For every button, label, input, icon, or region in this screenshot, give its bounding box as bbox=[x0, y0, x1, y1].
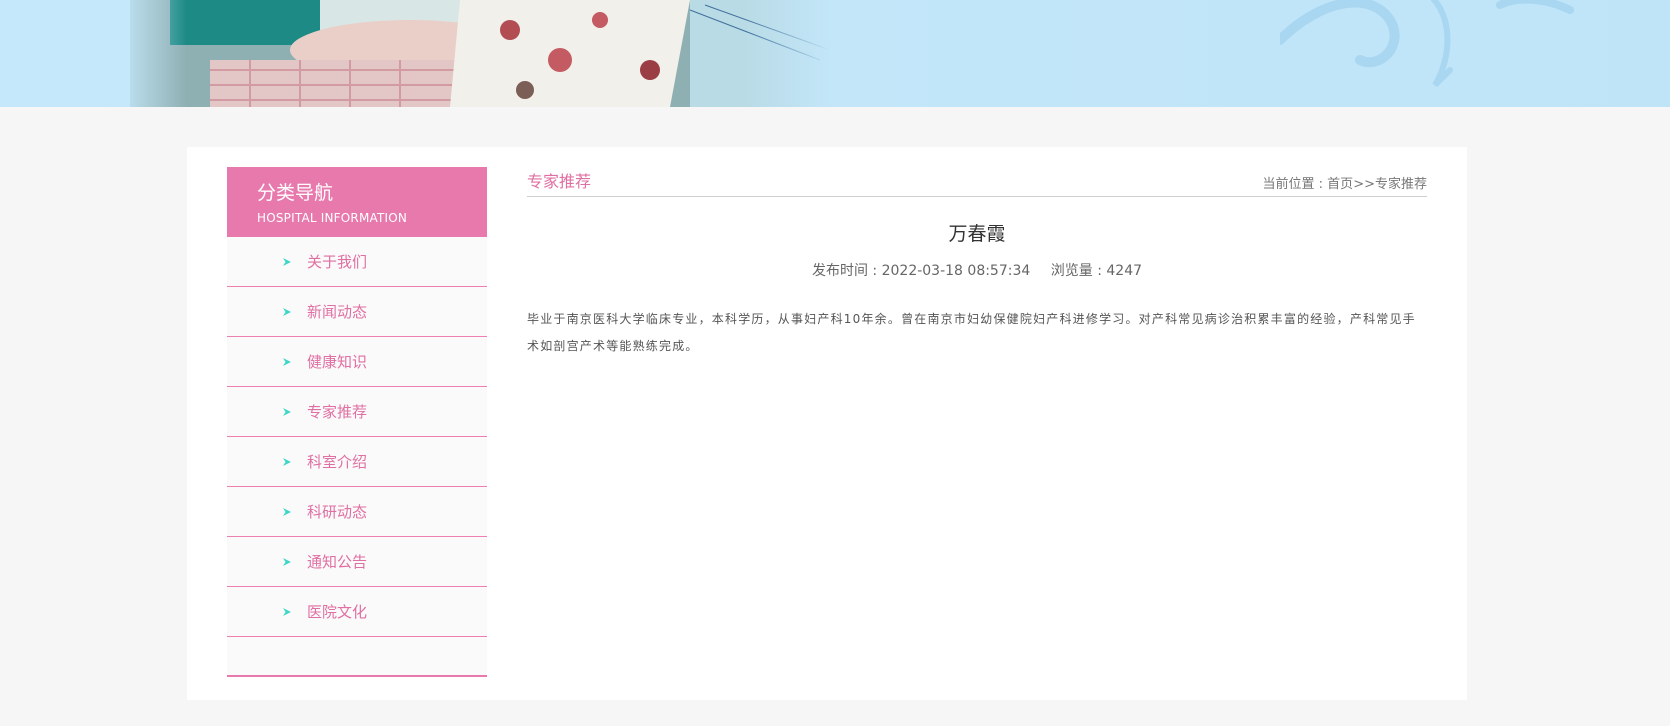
sidebar-item-label: 关于我们 bbox=[307, 253, 368, 271]
publish-time-value: 2022-03-18 08:57:34 bbox=[881, 263, 1031, 279]
chevron-right-icon bbox=[283, 307, 291, 316]
sidebar-item-label: 新闻动态 bbox=[307, 303, 368, 321]
sidebar-item-about-us[interactable]: 关于我们 bbox=[227, 237, 487, 287]
sidebar-item-label: 医院文化 bbox=[307, 603, 368, 621]
view-count-value: 4247 bbox=[1106, 263, 1143, 279]
sidebar-subtitle: HOSPITAL INFORMATION bbox=[257, 211, 408, 225]
publish-time-label: 发布时间 : bbox=[811, 263, 882, 279]
sidebar-item-research[interactable]: 科研动态 bbox=[227, 487, 487, 537]
sidebar-item-culture[interactable]: 医院文化 bbox=[227, 587, 487, 637]
category-sidebar: 分类导航 HOSPITAL INFORMATION 关于我们 新闻动态 健康知识… bbox=[227, 167, 487, 677]
sidebar-item-health-knowledge[interactable]: 健康知识 bbox=[227, 337, 487, 387]
breadcrumb-home-link[interactable]: 首页 bbox=[1327, 177, 1353, 192]
article-content: 专家推荐 当前位置 : 首页>>专家推荐 万春霞 发布时间 : 2022-03-… bbox=[527, 167, 1427, 360]
chevron-right-icon bbox=[283, 407, 291, 416]
article-meta: 发布时间 : 2022-03-18 08:57:34 浏览量 : 4247 bbox=[527, 260, 1427, 280]
sidebar-item-experts[interactable]: 专家推荐 bbox=[227, 387, 487, 437]
chevron-right-icon bbox=[283, 557, 291, 566]
chevron-right-icon bbox=[283, 457, 291, 466]
article-title: 万春霞 bbox=[948, 223, 1006, 245]
publish-time: 发布时间 : 2022-03-18 08:57:34 bbox=[812, 263, 1030, 279]
chevron-right-icon bbox=[283, 607, 291, 616]
main-card: 分类导航 HOSPITAL INFORMATION 关于我们 新闻动态 健康知识… bbox=[187, 147, 1467, 700]
sidebar-item-notices[interactable]: 通知公告 bbox=[227, 537, 487, 587]
breadcrumb: 当前位置 : 首页>>专家推荐 bbox=[1263, 173, 1427, 192]
chevron-right-icon bbox=[283, 257, 291, 266]
sidebar-title: 分类导航 bbox=[257, 182, 334, 204]
sidebar-item-label: 科室介绍 bbox=[307, 453, 368, 471]
section-title: 专家推荐 bbox=[527, 172, 592, 191]
view-count: 浏览量 : 4247 bbox=[1051, 263, 1142, 279]
sidebar-item-label: 健康知识 bbox=[307, 353, 368, 371]
sidebar-footer-divider bbox=[227, 637, 487, 677]
sidebar-header: 分类导航 HOSPITAL INFORMATION bbox=[227, 167, 487, 237]
chevron-right-icon bbox=[283, 507, 291, 516]
sidebar-item-label: 专家推荐 bbox=[307, 403, 368, 421]
banner-swirl-decoration bbox=[1280, 0, 1574, 88]
breadcrumb-current-link[interactable]: 专家推荐 bbox=[1375, 177, 1427, 192]
banner-photo bbox=[130, 0, 830, 107]
content-header: 专家推荐 当前位置 : 首页>>专家推荐 bbox=[527, 167, 1427, 197]
breadcrumb-prefix: 当前位置 : bbox=[1262, 177, 1328, 192]
breadcrumb-separator: >> bbox=[1353, 177, 1375, 192]
sidebar-nav: 关于我们 新闻动态 健康知识 专家推荐 科室介绍 科研动态 通知公告 医院文化 bbox=[227, 237, 487, 677]
view-count-label: 浏览量 : bbox=[1050, 263, 1107, 279]
sidebar-item-label: 通知公告 bbox=[307, 553, 368, 571]
sidebar-item-label: 科研动态 bbox=[307, 503, 368, 521]
article-body: 毕业于南京医科大学临床专业，本科学历，从事妇产科10年余。曾在南京市妇幼保健院妇… bbox=[527, 312, 1416, 353]
chevron-right-icon bbox=[283, 357, 291, 366]
header-banner bbox=[0, 0, 1670, 107]
sidebar-item-news[interactable]: 新闻动态 bbox=[227, 287, 487, 337]
sidebar-item-departments[interactable]: 科室介绍 bbox=[227, 437, 487, 487]
